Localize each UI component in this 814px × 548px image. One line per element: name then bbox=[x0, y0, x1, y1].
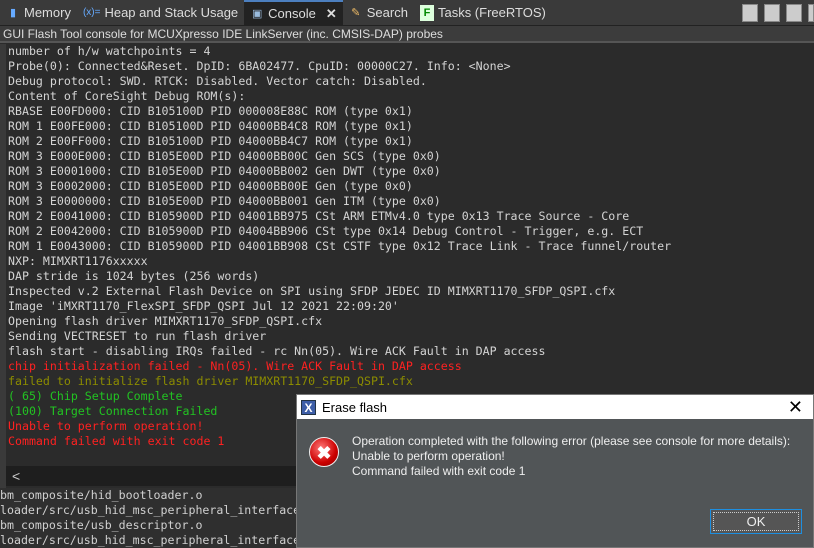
console-toolbar bbox=[742, 4, 814, 22]
freertos-icon: F bbox=[419, 4, 434, 21]
console-line: Inspected v.2 External Flash Device on S… bbox=[8, 284, 616, 298]
memory-icon: ▮ bbox=[9, 6, 17, 19]
console-line: ROM 1 E00FE000: CID B105100D PID 04000BB… bbox=[8, 119, 413, 133]
console-title: GUI Flash Tool console for MCUXpresso ID… bbox=[0, 26, 814, 43]
console-line: Probe(0): Connected&Reset. DpID: 6BA0247… bbox=[8, 59, 511, 73]
console-line: flash start - disabling IRQs failed - rc… bbox=[8, 344, 546, 358]
error-icon: ✖ bbox=[309, 437, 339, 467]
tab-console[interactable]: ▣ Console ✕ bbox=[244, 0, 343, 26]
display-console-icon[interactable] bbox=[808, 4, 814, 22]
console-line: ROM 3 E0001000: CID B105E00D PID 04000BB… bbox=[8, 164, 441, 178]
dialog-titlebar[interactable]: X Erase flash ✕ bbox=[297, 395, 813, 419]
message-line: Unable to perform operation! bbox=[352, 449, 505, 463]
console-line: DAP stride is 1024 bytes (256 words) bbox=[8, 269, 260, 283]
dialog-message: Operation completed with the following e… bbox=[352, 434, 790, 479]
console-line: ROM 3 E0000000: CID B105E00D PID 04000BB… bbox=[8, 194, 441, 208]
console-line: number of h/w watchpoints = 4 bbox=[8, 44, 211, 58]
view-tab-bar: ▮ Memory (x)= Heap and Stack Usage ▣ Consol… bbox=[0, 0, 814, 26]
console-line: failed to initialize flash driver MIMXRT… bbox=[8, 374, 413, 388]
app-logo-icon: X bbox=[301, 399, 316, 415]
console-line: Image 'iMXRT1170_FlexSPI_SFDP_QSPI Jul 1… bbox=[8, 299, 399, 313]
console-line: chip initialization failed - Nn(05). Wir… bbox=[8, 359, 462, 373]
tab-search[interactable]: ✎ Search bbox=[343, 0, 414, 26]
console-line: Sending VECTRESET to run flash driver bbox=[8, 329, 267, 343]
close-icon[interactable]: ✕ bbox=[788, 397, 803, 418]
console-line: ROM 3 E0002000: CID B105E00D PID 04000BB… bbox=[8, 179, 413, 193]
search-flashlight-icon: ✎ bbox=[351, 6, 361, 19]
console-line: RBASE E00FD000: CID B105100D PID 000008E… bbox=[8, 104, 413, 118]
console-line: NXP: MIMXRT1176xxxxx bbox=[8, 254, 148, 268]
dialog-title: Erase flash bbox=[322, 399, 388, 415]
console-line: ROM 3 E000E000: CID B105E00D PID 04000BB… bbox=[8, 149, 441, 163]
tab-memory[interactable]: ▮ Memory bbox=[0, 0, 77, 26]
pin-console-icon[interactable] bbox=[786, 4, 802, 22]
console-line: ROM 1 E0043000: CID B105900D PID 04001BB… bbox=[8, 239, 672, 253]
ok-button[interactable]: OK bbox=[710, 509, 802, 534]
erase-flash-dialog: X Erase flash ✕ ✖ Operation completed wi… bbox=[296, 394, 814, 548]
message-line: Command failed with exit code 1 bbox=[352, 464, 526, 478]
tab-tasks-freertos[interactable]: F Tasks (FreeRTOS) bbox=[414, 0, 552, 26]
close-tab-icon[interactable]: ✕ bbox=[326, 6, 337, 22]
variable-icon: (x)= bbox=[82, 7, 101, 18]
console-line: Content of CoreSight Debug ROM(s): bbox=[8, 89, 246, 103]
console-line: ROM 2 E0042000: CID B105900D PID 04004BB… bbox=[8, 224, 644, 238]
console-line: ROM 2 E00FF000: CID B105100D PID 04000BB… bbox=[8, 134, 413, 148]
tab-heap-and-stack-usage[interactable]: (x)= Heap and Stack Usage bbox=[77, 0, 244, 26]
message-line: Operation completed with the following e… bbox=[352, 434, 791, 448]
console-line: ROM 2 E0041000: CID B105900D PID 04001BB… bbox=[8, 209, 630, 223]
console-icon: ▣ bbox=[251, 7, 263, 20]
clear-console-icon[interactable] bbox=[742, 4, 758, 22]
console-line: Opening flash driver MIMXRT1170_SFDP_QSP… bbox=[8, 314, 323, 328]
scroll-left-arrow[interactable]: < bbox=[12, 468, 20, 484]
scroll-lock-icon[interactable] bbox=[764, 4, 780, 22]
console-line: Debug protocol: SWD. RTCK: Disabled. Vec… bbox=[8, 74, 427, 88]
